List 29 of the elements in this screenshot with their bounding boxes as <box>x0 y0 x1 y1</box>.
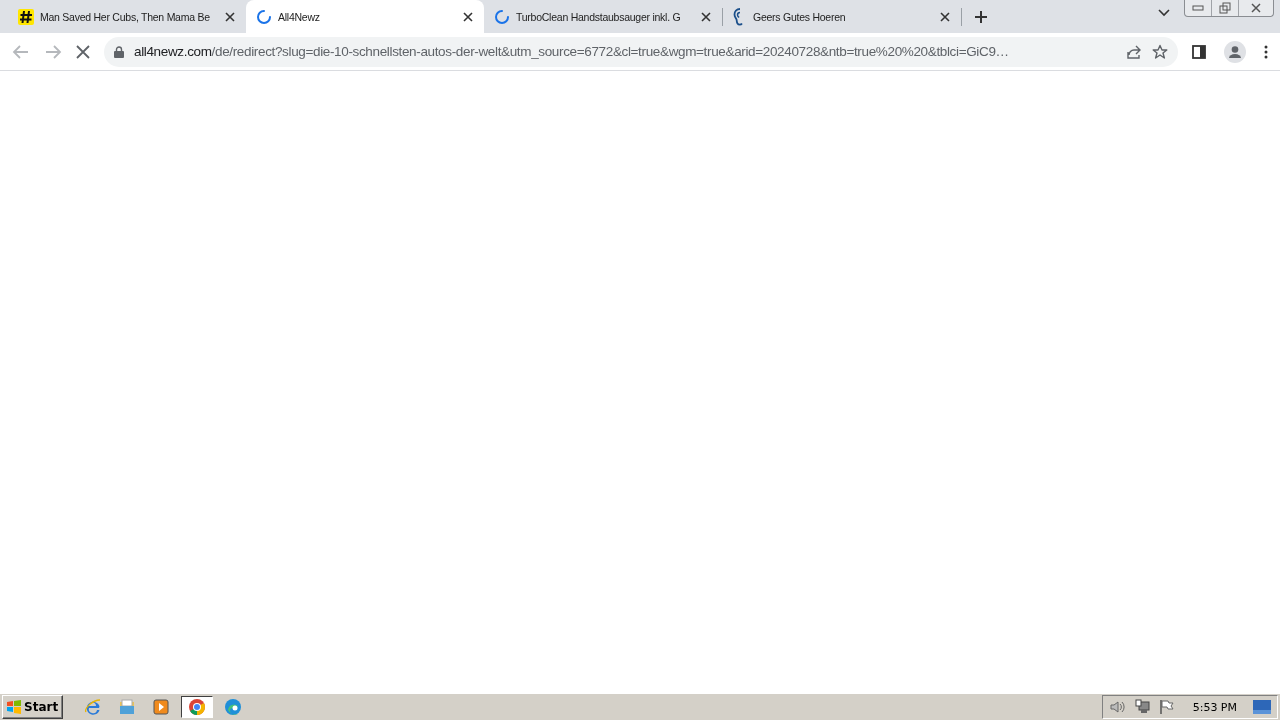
share-icon[interactable] <box>1126 43 1142 60</box>
profile-icon[interactable] <box>1224 40 1246 63</box>
browser-tab[interactable]: All4Newz <box>246 0 484 33</box>
browser-e-icon[interactable] <box>84 698 103 716</box>
folder-icon[interactable] <box>118 698 137 716</box>
loading-spinner-icon <box>256 8 272 25</box>
clock-text: 5:53 PM <box>1192 700 1237 714</box>
menu-icon[interactable] <box>1264 44 1268 59</box>
flag-icon[interactable] <box>1158 699 1175 715</box>
browser-tab[interactable]: Geers Gutes Hoeren <box>723 0 961 33</box>
address-bar[interactable]: all4newz.com/de/redirect?slug=die-10-schnellsten-autos-der-welt&utm_source=6772&cl=true&wgm=true&arid=20240728&ntb=true%20%20&tblci=GiC9… <box>104 36 1178 67</box>
start-button[interactable]: Start <box>2 695 64 719</box>
media-player-icon[interactable] <box>152 698 171 716</box>
edge-icon[interactable] <box>224 698 243 716</box>
new-tab-icon[interactable] <box>974 9 988 24</box>
stop-icon[interactable] <box>76 44 90 59</box>
side-panel-icon[interactable] <box>1192 44 1206 59</box>
speaker-icon[interactable] <box>1108 700 1127 714</box>
lock-icon <box>114 45 124 58</box>
chrome-icon[interactable] <box>188 698 207 716</box>
star-icon[interactable] <box>1152 43 1168 60</box>
hash-icon <box>18 8 34 25</box>
browser-tab[interactable]: TurboClean Handstaubsauger inkl. G <box>484 0 722 33</box>
loading-spinner-icon <box>494 8 510 25</box>
network-icon[interactable] <box>1134 699 1151 715</box>
windows-logo-icon <box>6 700 22 714</box>
chevron-down-icon[interactable] <box>1158 9 1170 17</box>
browser-tab[interactable]: Man Saved Her Cubs, Then Mama Be <box>8 0 246 33</box>
url-text: all4newz.com/de/redirect?slug=die-10-schnellsten-autos-der-welt&utm_source=6772&cl=true&wgm=true&arid=20240728&ntb=true%20%20&tblci=GiC9… <box>134 44 1010 59</box>
